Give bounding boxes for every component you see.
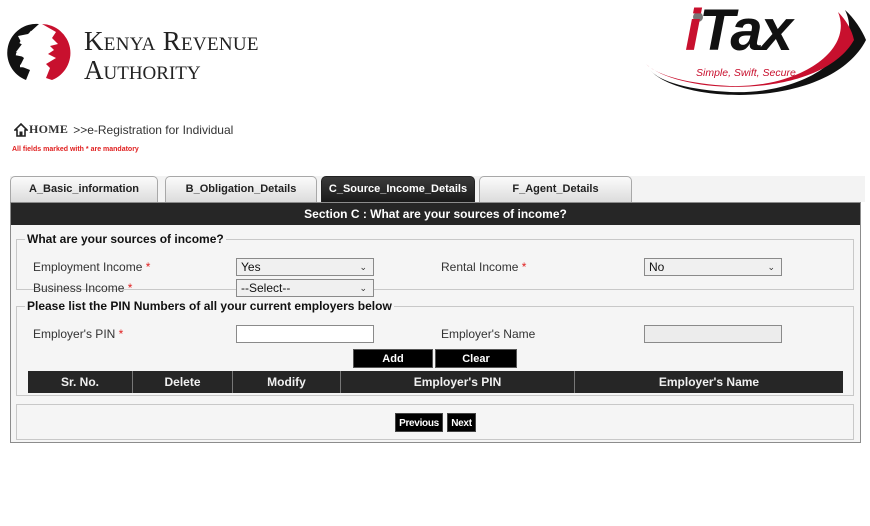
required-marker: * [521, 260, 527, 274]
kra-logo: Kenya Revenue Authority [6, 20, 296, 90]
income-sources-fieldset: What are your sources of income? Employm… [16, 232, 854, 297]
business-income-select[interactable]: --Select-- ⌄ [236, 279, 374, 297]
itax-tagline: Simple, Swift, Secure [696, 67, 796, 79]
employers-legend: Please list the PIN Numbers of all your … [27, 299, 392, 313]
tab-source-income-details[interactable]: C_Source_Income_Details [321, 176, 475, 202]
rental-income-select[interactable]: No ⌄ [644, 258, 782, 276]
chevron-down-icon: ⌄ [359, 283, 367, 293]
home-icon[interactable] [14, 122, 28, 137]
column-modify: Modify [233, 371, 341, 393]
chevron-down-icon: ⌄ [359, 262, 367, 272]
income-source-form: Section C : What are your sources of inc… [10, 202, 861, 443]
income-sources-legend: What are your sources of income? [27, 232, 224, 246]
section-title: Section C : What are your sources of inc… [11, 203, 860, 225]
tab-basic-information[interactable]: A_Basic_information [10, 176, 158, 202]
employer-name-label: Employer's Name [441, 327, 536, 341]
navigation-bar: Previous Next [16, 404, 854, 440]
home-link[interactable]: HOME [29, 122, 68, 137]
required-marker: * [127, 281, 133, 295]
required-marker: * [118, 327, 124, 341]
employment-income-label: Employment Income * [33, 260, 151, 274]
kra-name-line2: Authority [84, 55, 201, 85]
column-sr-no: Sr. No. [28, 371, 133, 393]
itax-logo-word: Tax [699, 0, 793, 63]
column-delete: Delete [133, 371, 233, 393]
clear-button[interactable]: Clear [435, 349, 517, 368]
employers-table-header: Sr. No. Delete Modify Employer's PIN Emp… [28, 371, 843, 393]
breadcrumb: HOME >>e-Registration for Individual [14, 122, 233, 137]
chevron-down-icon: ⌄ [767, 262, 775, 272]
add-button[interactable]: Add [353, 349, 433, 368]
breadcrumb-path: >>e-Registration for Individual [73, 122, 234, 137]
tab-agent-details[interactable]: F_Agent_Details [479, 176, 632, 202]
kra-lion-emblem-icon [7, 23, 71, 80]
required-marker: * [145, 260, 151, 274]
previous-button[interactable]: Previous [395, 413, 443, 432]
employer-name-input[interactable] [644, 325, 782, 343]
column-employer-pin: Employer's PIN [341, 371, 575, 393]
itax-logo-i: i [685, 0, 701, 63]
column-employer-name: Employer's Name [658, 375, 760, 389]
tab-obligation-details[interactable]: B_Obligation_Details [165, 176, 317, 202]
next-button[interactable]: Next [447, 413, 476, 432]
employer-pin-input[interactable] [236, 325, 374, 343]
rental-income-label: Rental Income * [441, 260, 527, 274]
mandatory-fields-note: All fields marked with * are mandatory [12, 146, 139, 153]
tab-bar: A_Basic_information B_Obligation_Details… [10, 176, 865, 202]
kra-name-line1: Kenya Revenue [84, 26, 259, 56]
itax-logo: iTax Simple, Swift, Secure [640, 0, 870, 108]
business-income-label: Business Income * [33, 281, 133, 295]
employer-pin-label: Employer's PIN * [33, 327, 124, 341]
employment-income-select[interactable]: Yes ⌄ [236, 258, 374, 276]
